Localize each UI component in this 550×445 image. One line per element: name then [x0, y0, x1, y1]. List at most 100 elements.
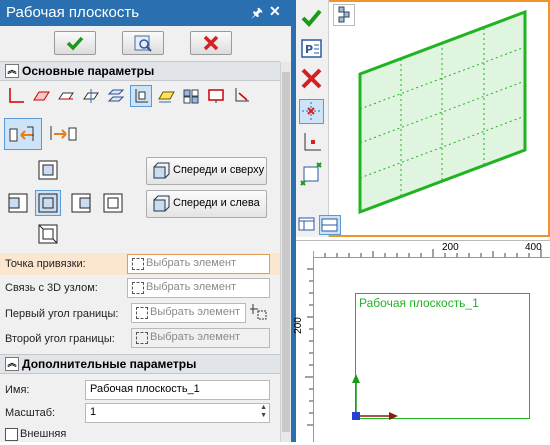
link-3d-field[interactable]: Выбрать элемент	[127, 278, 270, 298]
scrollbar-thumb[interactable]	[282, 72, 290, 432]
crosshair-icon	[302, 102, 321, 121]
plane-yellow-icon	[158, 91, 175, 103]
snap-point-tool[interactable]	[299, 99, 324, 124]
plane-xz-tool[interactable]	[5, 85, 27, 107]
ruler-ticks-h	[312, 249, 542, 257]
section-extra-title: Дополнительные параметры	[22, 357, 197, 371]
cube-left-icon	[8, 193, 28, 213]
name-label: Имя:	[5, 384, 30, 396]
scale-input[interactable]: 1 ▲ ▼	[85, 403, 270, 423]
screen-icon	[208, 89, 224, 103]
anchor-point-field[interactable]: Выбрать элемент	[127, 254, 270, 274]
view-left-button[interactable]	[5, 190, 31, 216]
external-checkbox[interactable]	[5, 428, 18, 441]
close-icon[interactable]: ✕	[269, 3, 281, 20]
view-back-button[interactable]	[100, 190, 126, 216]
checkmark-icon	[301, 9, 322, 27]
pick-corner-button[interactable]	[249, 302, 269, 322]
section-main-title: Основные параметры	[22, 64, 155, 78]
ruler-label-400: 400	[525, 242, 542, 253]
second-corner-label: Второй угол границы:	[5, 333, 115, 345]
snap-left-icon	[9, 126, 34, 142]
layout-icon	[298, 217, 315, 231]
preview-button[interactable]	[122, 31, 164, 55]
cube-right-icon	[71, 193, 91, 213]
snap-right-icon	[50, 126, 77, 141]
select-element-icon	[132, 258, 144, 270]
viewport-toolbar: P	[296, 0, 329, 237]
plane-tool-10[interactable]	[230, 85, 252, 107]
ruler-ticks-v	[305, 268, 313, 426]
properties-tool[interactable]: P	[299, 36, 324, 61]
plane-tool-2[interactable]	[30, 85, 52, 107]
panel-title: Рабочая плоскость	[6, 4, 140, 21]
axes-arrow-icon	[235, 88, 249, 102]
cube-icon	[153, 162, 170, 179]
name-value: Рабочая плоскость_1	[90, 383, 200, 395]
panel-scrollbar[interactable]	[280, 62, 291, 442]
scale-spinner[interactable]: ▲ ▼	[260, 404, 267, 420]
view-top-button[interactable]	[35, 157, 61, 183]
select-element-icon	[132, 282, 144, 294]
front-top-button[interactable]: Спереди и сверху	[146, 157, 267, 185]
front-left-label: Спереди и слева	[173, 197, 260, 209]
name-input[interactable]: Рабочая плоскость_1	[85, 380, 270, 400]
front-top-label: Спереди и сверху	[173, 164, 265, 176]
first-corner-field[interactable]: Выбрать элемент	[131, 303, 246, 323]
plane-icon	[83, 89, 99, 103]
plane-corner-icon	[135, 89, 148, 103]
planes-stack-icon	[107, 89, 125, 102]
link-3d-placeholder: Выбрать элемент	[146, 281, 237, 293]
scale-value: 1	[90, 406, 97, 418]
cancel-tool[interactable]	[299, 66, 324, 91]
view-front-button[interactable]	[35, 190, 61, 216]
properties-icon: P	[301, 39, 322, 58]
view-right-button[interactable]	[68, 190, 94, 216]
layout-split-button[interactable]	[319, 215, 341, 235]
axes-tool[interactable]	[299, 130, 324, 155]
apply-tool[interactable]	[299, 5, 324, 30]
section-main-params[interactable]: ︽ Основные параметры	[0, 61, 280, 81]
ruler-label-200: 200	[442, 242, 459, 253]
cube-top-icon	[38, 160, 58, 180]
cross-icon	[203, 35, 219, 51]
vertical-ruler: 200	[293, 257, 314, 442]
ok-button[interactable]	[54, 31, 96, 55]
snap-mode-left[interactable]	[4, 118, 42, 150]
plane-tool-8[interactable]	[180, 85, 202, 107]
plane-icon	[58, 92, 74, 100]
link-3d-label: Связь с 3D узлом:	[5, 282, 98, 294]
plane-tool-5[interactable]	[105, 85, 127, 107]
front-left-button[interactable]: Спереди и слева	[146, 190, 267, 218]
view-orient-icon	[338, 6, 350, 23]
corner-select-tool[interactable]	[299, 161, 324, 186]
view-orient-button[interactable]	[333, 4, 355, 26]
collapse-icon[interactable]: ︽	[5, 357, 19, 371]
plane-tool-7[interactable]	[155, 85, 177, 107]
plane-tool-3[interactable]	[55, 85, 77, 107]
plane-tool-4[interactable]	[80, 85, 102, 107]
plane-3d-drawing	[358, 9, 527, 215]
cube-front-icon	[38, 193, 58, 213]
workplane-2d-label: Рабочая плоскость_1	[359, 296, 479, 310]
layout-single-button[interactable]	[297, 215, 317, 233]
corner-select-icon	[300, 162, 322, 186]
cross-icon	[301, 68, 322, 89]
horizontal-ruler: 200 400	[312, 241, 550, 258]
plane-tool-6[interactable]	[130, 85, 152, 107]
layout-split-icon	[321, 218, 338, 232]
axes-icon	[304, 133, 321, 151]
select-element-icon	[136, 332, 148, 344]
snap-mode-right[interactable]	[46, 118, 82, 148]
view-bottom-button[interactable]	[35, 221, 61, 247]
pin-icon[interactable]: 🖈	[251, 4, 263, 26]
panel-titlebar: Рабочая плоскость 🖈 ✕	[0, 0, 291, 26]
section-extra-params[interactable]: ︽ Дополнительные параметры	[0, 354, 280, 374]
second-corner-field[interactable]: Выбрать элемент	[131, 328, 270, 348]
cancel-button[interactable]	[190, 31, 232, 55]
scale-label: Масштаб:	[5, 407, 56, 419]
collapse-icon[interactable]: ︽	[5, 64, 19, 78]
plane-tool-9[interactable]	[205, 85, 227, 107]
second-corner-placeholder: Выбрать элемент	[150, 331, 241, 343]
anchor-point-placeholder: Выбрать элемент	[146, 257, 237, 269]
